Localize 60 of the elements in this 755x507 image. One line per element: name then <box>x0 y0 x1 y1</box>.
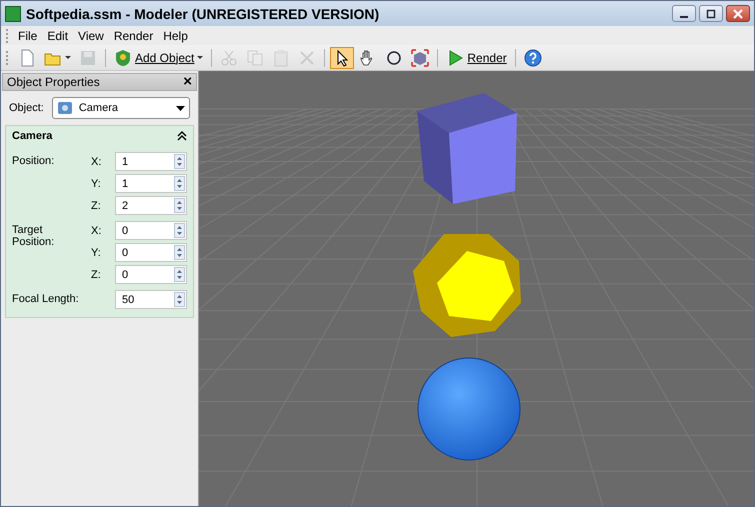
number-field[interactable]: 50 <box>115 290 187 309</box>
axis-label: Z: <box>91 200 102 212</box>
axis-label: X: <box>91 156 102 168</box>
menu-item[interactable]: Edit <box>42 28 74 44</box>
spinner-icon <box>174 267 185 282</box>
menu-item[interactable]: View <box>73 28 109 44</box>
axis-label: Y: <box>91 178 102 190</box>
object-dropdown[interactable]: Camera <box>52 97 190 119</box>
camera-icon <box>56 101 73 115</box>
scissors-icon <box>220 48 238 66</box>
minimize-icon <box>680 16 688 18</box>
toolbar-button[interactable]: Render <box>443 46 510 68</box>
caret-icon <box>176 106 185 110</box>
number-field[interactable]: 1 <box>115 174 187 193</box>
maximize-icon <box>705 8 717 18</box>
spinner-icon <box>174 223 185 238</box>
caret-icon <box>197 56 204 60</box>
minimize-button[interactable] <box>672 5 696 22</box>
save-icon <box>79 48 97 66</box>
collapse-icon[interactable] <box>177 131 187 141</box>
field-label: Position: <box>12 154 56 169</box>
section-title: Camera <box>12 130 52 142</box>
caret-icon <box>65 56 71 60</box>
menu-item[interactable]: Help <box>158 28 193 44</box>
number-field[interactable]: 2 <box>115 196 187 215</box>
close-icon <box>732 8 744 18</box>
number-field[interactable]: 0 <box>115 265 187 284</box>
field-label: Object: <box>9 102 44 114</box>
axis-label: X: <box>91 224 102 236</box>
spinner-icon <box>174 198 185 213</box>
window-title: Softpedia.ssm - Modeler (UNREGISTERED VERSION) <box>26 6 380 22</box>
help-icon <box>524 48 542 66</box>
grip-icon <box>6 50 10 64</box>
menu-item[interactable]: File <box>13 28 42 44</box>
axis-label: Y: <box>91 246 102 258</box>
copy-icon <box>246 48 264 66</box>
app-icon <box>5 6 21 22</box>
field-label: Focal Length: <box>12 292 80 307</box>
toolbar-button[interactable]: Add Object <box>111 46 206 68</box>
spinner-icon <box>174 154 185 169</box>
circle-icon <box>385 48 404 66</box>
axis-label: Z: <box>91 268 102 280</box>
number-field[interactable]: 0 <box>115 221 187 240</box>
paste-icon <box>272 48 290 66</box>
maximize-button[interactable] <box>699 5 723 22</box>
toolbar-button[interactable] <box>330 46 354 68</box>
cross-icon <box>298 48 316 66</box>
spinner-icon <box>174 245 185 260</box>
menu-item[interactable]: Render <box>108 28 158 44</box>
number-field[interactable]: 1 <box>115 152 187 171</box>
close-button[interactable]: × <box>183 75 192 89</box>
close-button[interactable] <box>726 5 750 22</box>
field-label: Target Position: <box>12 223 56 250</box>
panel-title: Object Properties <box>7 75 100 89</box>
number-field[interactable]: 0 <box>115 243 187 262</box>
grip-icon <box>6 28 10 42</box>
zoom-extents-icon <box>411 48 430 66</box>
shield-icon <box>114 48 132 66</box>
spinner-icon <box>174 176 185 191</box>
spinner-icon <box>174 292 185 307</box>
